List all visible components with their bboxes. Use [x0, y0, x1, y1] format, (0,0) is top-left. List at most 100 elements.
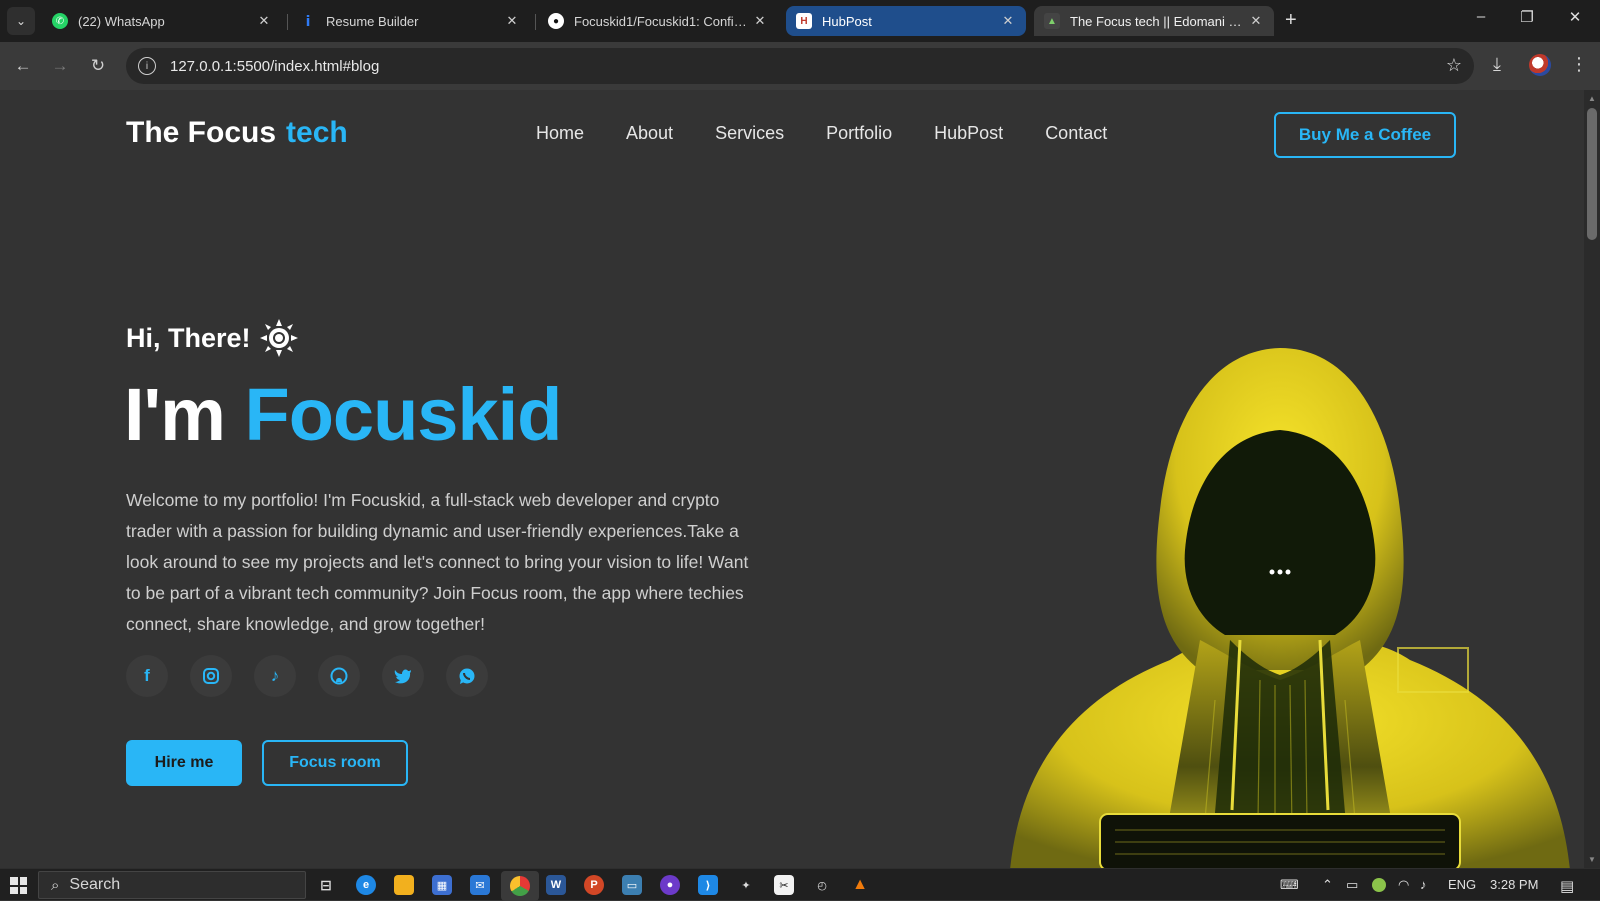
facebook-icon[interactable]: f — [126, 655, 168, 697]
reload-button[interactable]: ↻ — [84, 52, 112, 80]
powerpoint-icon[interactable]: P — [584, 875, 604, 895]
chrome-icon[interactable] — [501, 871, 539, 901]
tab-search-button[interactable]: ⌄ — [7, 7, 35, 35]
hire-me-button[interactable]: Hire me — [126, 740, 242, 786]
edge-icon[interactable]: e — [356, 875, 376, 895]
instagram-icon[interactable] — [190, 655, 232, 697]
language-indicator[interactable]: ENG — [1448, 877, 1476, 892]
site-favicon-icon: ▲ — [1044, 13, 1060, 29]
address-text: 127.0.0.1:5500/index.html#blog — [170, 57, 380, 75]
whatsapp-icon[interactable] — [446, 655, 488, 697]
sun-icon — [259, 319, 298, 357]
nav-about[interactable]: About — [626, 123, 673, 144]
logo-main-text: The Focus — [126, 116, 277, 149]
chevron-down-icon: ⌄ — [15, 14, 27, 28]
minimize-button[interactable]: – — [1466, 8, 1496, 25]
windows-start-icon[interactable] — [10, 877, 27, 894]
nav-contact[interactable]: Contact — [1045, 123, 1107, 144]
download-icon[interactable]: ⤓ — [1493, 54, 1501, 75]
headline-name: Focuskid — [244, 373, 563, 456]
chevron-up-icon[interactable]: ⌃ — [1322, 877, 1333, 893]
tab-title: HubPost — [822, 13, 872, 29]
windows-taskbar: ⌕ Search ⊟ e ▦ ✉ W P ▭ ● ⟩ ✦ ✂ ◴ ▲ ⌨ ⌃ ▭… — [0, 868, 1600, 901]
tab-title: Resume Builder — [326, 13, 419, 29]
whatsapp-icon: ✆ — [52, 13, 68, 29]
volume-icon[interactable]: ♪ — [1420, 877, 1427, 892]
site-info-icon[interactable]: i — [138, 57, 156, 75]
close-icon[interactable]: ✕ — [504, 13, 520, 29]
tab-whatsapp[interactable]: ✆ (22) WhatsApp ✕ — [42, 6, 282, 36]
tiktok-icon[interactable]: ♪ — [254, 655, 296, 697]
hero-headline: I'm Focuskid — [124, 372, 563, 457]
focus-room-button[interactable]: Focus room — [262, 740, 408, 786]
twitter-icon[interactable] — [382, 655, 424, 697]
tab-title: (22) WhatsApp — [78, 13, 165, 29]
store-icon[interactable]: ▦ — [432, 875, 452, 895]
forward-button[interactable]: → — [46, 52, 74, 80]
app-icon[interactable]: ✦ — [736, 875, 756, 895]
vlc-icon[interactable]: ▲ — [850, 875, 870, 895]
tab-divider — [535, 14, 536, 30]
word-icon[interactable]: W — [546, 875, 566, 895]
mail-icon[interactable]: ✉ — [470, 875, 490, 895]
tab-github[interactable]: ● Focuskid1/Focuskid1: Config files ✕ — [538, 6, 778, 36]
notifications-icon[interactable]: ▤ — [1560, 877, 1574, 895]
site-logo[interactable]: The Focus tech — [126, 116, 348, 150]
scroll-up-icon[interactable]: ▲ — [1588, 94, 1596, 103]
restore-button[interactable]: ❐ — [1512, 8, 1542, 26]
github-desktop-icon[interactable]: ● — [660, 875, 680, 895]
search-placeholder: Search — [69, 876, 121, 893]
wifi-icon[interactable]: ◠ — [1398, 877, 1409, 893]
nav-home[interactable]: Home — [536, 123, 584, 144]
arrow-right-icon: → — [51, 56, 69, 75]
bookmark-star-icon[interactable]: ☆ — [1446, 55, 1462, 76]
scroll-thumb[interactable] — [1587, 108, 1597, 240]
logo-accent-text: tech — [286, 116, 348, 149]
clock[interactable]: 3:28 PM — [1490, 877, 1538, 892]
close-icon[interactable]: ✕ — [1248, 13, 1264, 29]
buy-coffee-button[interactable]: Buy Me a Coffee — [1274, 112, 1456, 158]
web-page: The Focus tech Home About Services Portfo… — [0, 90, 1584, 868]
browser-toolbar: ← → ↻ i 127.0.0.1:5500/index.html#blog ☆… — [0, 42, 1600, 90]
tab-title: Focuskid1/Focuskid1: Config files — [574, 13, 752, 29]
profile-avatar[interactable] — [1529, 54, 1551, 76]
main-nav: Home About Services Portfolio HubPost Co… — [536, 123, 1149, 144]
tab-title: The Focus tech || Edomani Paul — [1070, 13, 1248, 29]
vscode-icon[interactable]: ⟩ — [698, 875, 718, 895]
search-icon: ⌕ — [51, 876, 60, 894]
tab-resume-builder[interactable]: ⅰ Resume Builder ✕ — [290, 6, 530, 36]
tab-focus-tech[interactable]: ▲ The Focus tech || Edomani Paul ✕ — [1034, 6, 1274, 36]
scroll-down-icon[interactable]: ▼ — [1588, 855, 1596, 864]
clock-app-icon[interactable]: ◴ — [812, 875, 832, 895]
close-icon[interactable]: ✕ — [752, 13, 768, 29]
file-explorer-icon[interactable] — [394, 875, 414, 895]
battery-icon[interactable]: ▭ — [1346, 877, 1358, 893]
headline-prefix: I'm — [124, 373, 226, 456]
taskbar-search[interactable]: ⌕ Search — [38, 871, 306, 899]
remote-desktop-icon[interactable]: ▭ — [622, 875, 642, 895]
back-button[interactable]: ← — [9, 52, 37, 80]
hooded-figure-illustration — [1010, 348, 1570, 868]
keyboard-icon[interactable]: ⌨ — [1280, 877, 1299, 893]
close-icon[interactable]: ✕ — [1000, 13, 1016, 29]
address-bar[interactable]: i 127.0.0.1:5500/index.html#blog ☆ — [126, 48, 1474, 84]
plus-icon: + — [1285, 9, 1297, 31]
status-icon[interactable] — [1372, 878, 1386, 892]
close-icon[interactable]: ✕ — [256, 13, 272, 29]
capcut-icon[interactable]: ✂ — [774, 875, 794, 895]
nav-services[interactable]: Services — [715, 123, 784, 144]
nav-portfolio[interactable]: Portfolio — [826, 123, 892, 144]
task-view-icon[interactable]: ⊟ — [316, 875, 336, 895]
close-window-button[interactable]: ✕ — [1560, 8, 1590, 26]
new-tab-button[interactable]: + — [1285, 10, 1297, 30]
nav-hubpost[interactable]: HubPost — [934, 123, 1003, 144]
github-icon[interactable] — [318, 655, 360, 697]
menu-dots-icon[interactable]: ⋮ — [1570, 54, 1588, 75]
hero-bio: Welcome to my portfolio! I'm Focuskid, a… — [126, 490, 749, 634]
social-links: f ♪ — [126, 655, 510, 697]
info-icon: ⅰ — [305, 12, 311, 29]
page-scrollbar[interactable]: ▲ ▼ — [1584, 90, 1600, 868]
github-icon: ● — [548, 13, 564, 29]
tab-hubpost[interactable]: H HubPost ✕ — [786, 6, 1026, 36]
tab-divider — [287, 14, 288, 30]
